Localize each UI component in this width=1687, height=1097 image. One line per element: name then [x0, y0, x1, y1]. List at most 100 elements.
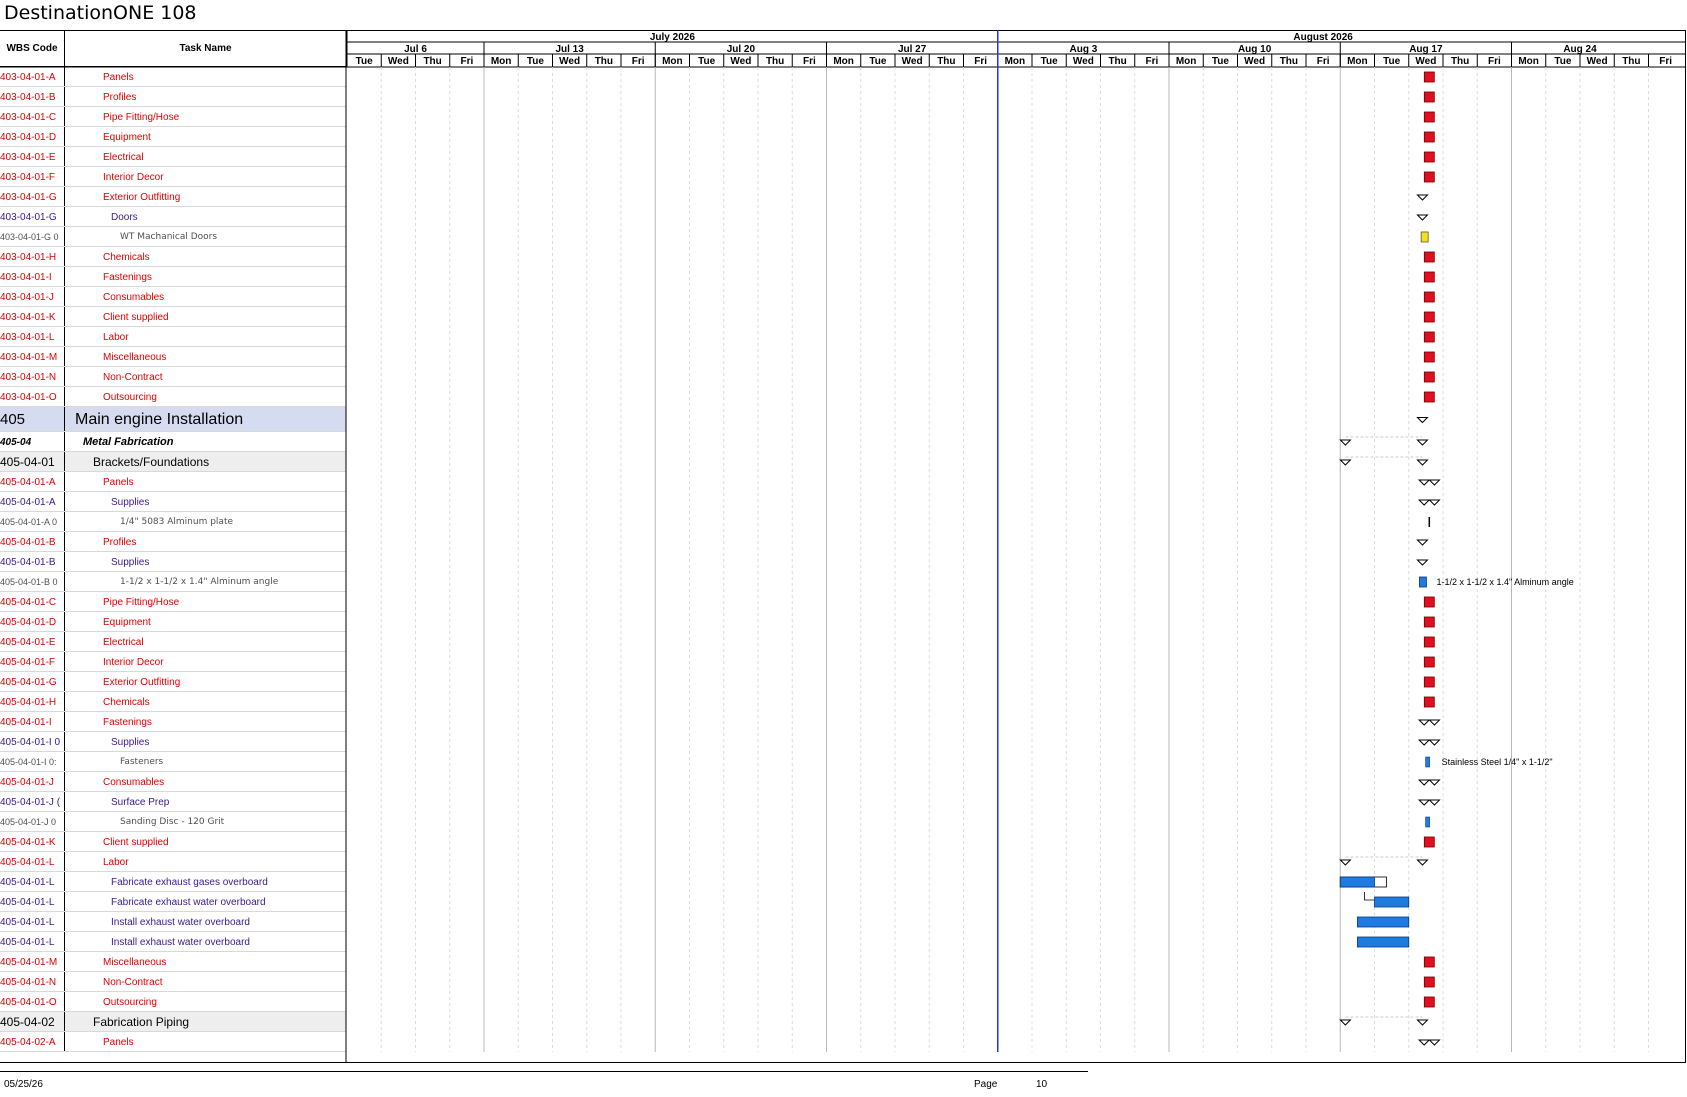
task-name: Outsourcing — [64, 387, 346, 407]
task-name: Install exhaust water overboard — [64, 912, 346, 932]
task-row[interactable]: 405-04-01-B Profiles — [0, 532, 1686, 552]
task-row[interactable]: 403-04-01-E Electrical — [0, 147, 1686, 167]
page-title: DestinationONE 108 — [4, 2, 197, 24]
task-row[interactable]: 405-04-01-J 0 Sanding Disc - 120 Grit — [0, 812, 1686, 832]
task-row[interactable]: 403-04-01-G Exterior Outfitting — [0, 187, 1686, 207]
task-row[interactable]: 405-04-01-L Fabricate exhaust gases overb… — [0, 872, 1686, 892]
task-row[interactable]: 403-04-01-O Outsourcing — [0, 387, 1686, 407]
wbs-code: 405 — [0, 411, 26, 428]
task-row[interactable]: 405-04-01-L Install exhaust water overboa… — [0, 912, 1686, 932]
wbs-code: 405-04-01-I 0: — [0, 757, 57, 767]
task-row[interactable]: 403-04-01-C Pipe Fitting/Hose — [0, 107, 1686, 127]
wbs-code: 405-04-01-L — [0, 876, 55, 888]
task-row[interactable]: 403-04-01-K Client supplied — [0, 307, 1686, 327]
task-name: Electrical — [64, 632, 346, 652]
task-row[interactable]: 405-04-01-M Miscellaneous — [0, 952, 1686, 972]
task-name: 1/4" 5083 Alminum plate — [64, 512, 346, 532]
task-name: Supplies — [64, 552, 346, 572]
task-row[interactable]: 405-04-01-J Consumables — [0, 772, 1686, 792]
task-row[interactable]: 405-04 Metal Fabrication — [0, 432, 1686, 452]
row-separator — [0, 1051, 346, 1052]
wbs-code: 403-04-01-H — [0, 251, 57, 263]
task-row[interactable]: 405-04-01-A Supplies — [0, 492, 1686, 512]
task-row[interactable]: 403-04-01-J Consumables — [0, 287, 1686, 307]
task-name: Brackets/Foundations — [64, 452, 346, 472]
wbs-code: 403-04-01-G 0 — [0, 232, 59, 242]
task-row[interactable]: 405-04-01-J (Surface Prep — [0, 792, 1686, 812]
task-row[interactable]: 405-04-01-I 0 Supplies — [0, 732, 1686, 752]
wbs-code: 405-04-01-L — [0, 916, 55, 928]
task-name: Main engine Installation — [64, 407, 346, 432]
task-name: Equipment — [64, 612, 346, 632]
task-row[interactable]: 403-04-01-G 0 WT Machanical Doors — [0, 227, 1686, 247]
wbs-code: 405-04-01-I — [0, 716, 52, 728]
task-row[interactable]: 403-04-01-M Miscellaneous — [0, 347, 1686, 367]
task-row[interactable]: 403-04-01-L Labor — [0, 327, 1686, 347]
task-row[interactable]: 403-04-01-N Non-Contract — [0, 367, 1686, 387]
task-row[interactable]: 405-04-01-H Chemicals — [0, 692, 1686, 712]
wbs-code: 405-04-01-J — [0, 776, 54, 788]
task-row[interactable]: 405-04-01-A Panels — [0, 472, 1686, 492]
task-name: Non-Contract — [64, 367, 346, 387]
footer-page-label: Page — [974, 1079, 998, 1090]
task-row[interactable]: 405-04-02 Fabrication Piping — [0, 1012, 1686, 1032]
task-row[interactable]: 405-04-01-B Supplies — [0, 552, 1686, 572]
task-name: Fabricate exhaust water overboard — [64, 892, 346, 912]
wbs-code: 405-04-02-A — [0, 1036, 56, 1048]
task-row[interactable]: 405-04-01-K Client supplied — [0, 832, 1686, 852]
task-name: Doors — [64, 207, 346, 227]
wbs-code: 405-04-01-O — [0, 996, 57, 1008]
wbs-code: 403-04-01-K — [0, 311, 56, 323]
task-name: Panels — [64, 67, 346, 87]
task-row[interactable]: 405-04-01-D Equipment — [0, 612, 1686, 632]
task-name: Non-Contract — [64, 972, 346, 992]
wbs-code: 405-04-01-H — [0, 696, 57, 708]
task-row[interactable]: 405-04-01-O Outsourcing — [0, 992, 1686, 1012]
wbs-code: 405-04-01 — [0, 455, 55, 469]
wbs-code: 405-04-01-B 0 — [0, 577, 58, 587]
task-name: Exterior Outfitting — [64, 187, 346, 207]
task-row[interactable]: 405-04-01-E Electrical — [0, 632, 1686, 652]
task-row[interactable]: 405-04-01-C Pipe Fitting/Hose — [0, 592, 1686, 612]
task-row[interactable]: 405-04-01-G Exterior Outfitting — [0, 672, 1686, 692]
task-name: Interior Decor — [64, 652, 346, 672]
task-row[interactable]: 403-04-01-H Chemicals — [0, 247, 1686, 267]
task-row[interactable]: 405-04-01-F Interior Decor — [0, 652, 1686, 672]
wbs-code: 403-04-01-I — [0, 271, 52, 283]
wbs-column-header[interactable]: WBS Code — [0, 31, 64, 66]
wbs-code: 405-04-01-C — [0, 596, 57, 608]
wbs-code: 405-04-01-M — [0, 956, 58, 968]
wbs-code: 405-04-01-D — [0, 616, 57, 628]
task-name: Interior Decor — [64, 167, 346, 187]
task-row[interactable]: 403-04-01-A Panels — [0, 67, 1686, 87]
wbs-code: 403-04-01-M — [0, 351, 58, 363]
task-name: Equipment — [64, 127, 346, 147]
task-name: Outsourcing — [64, 992, 346, 1012]
wbs-code: 403-04-01-G — [0, 211, 57, 223]
task-name: Fabricate exhaust gases overboard — [64, 872, 346, 892]
task-row[interactable]: 405-04-02-A Panels — [0, 1032, 1686, 1052]
task-row[interactable]: 405-04-01-L Install exhaust water overboa… — [0, 932, 1686, 952]
task-row[interactable]: 403-04-01-I Fastenings — [0, 267, 1686, 287]
task-row[interactable]: 405-04-01-A 0 1/4" 5083 Alminum plate — [0, 512, 1686, 532]
task-row[interactable]: 405-04-01-L Fabricate exhaust water overb… — [0, 892, 1686, 912]
task-row[interactable]: 405-04-01-I 0: Fasteners — [0, 752, 1686, 772]
wbs-code: 405-04 — [0, 436, 32, 448]
wbs-code: 405-04-01-B — [0, 536, 56, 548]
wbs-code: 405-04-01-L — [0, 896, 55, 908]
task-row[interactable]: 403-04-01-D Equipment — [0, 127, 1686, 147]
wbs-code: 405-04-02 — [0, 1015, 55, 1029]
wbs-code: 403-04-01-N — [0, 371, 57, 383]
task-row[interactable]: 405-04-01-B 0 1-1/2 x 1-1/2 x 1.4" Alminu… — [0, 572, 1686, 592]
task-row[interactable]: 405 Main engine Installation — [0, 407, 1686, 432]
task-row[interactable]: 405-04-01 Brackets/Foundations — [0, 452, 1686, 472]
task-name: Consumables — [64, 287, 346, 307]
task-row[interactable]: 403-04-01-F Interior Decor — [0, 167, 1686, 187]
task-name-column-header[interactable]: Task Name — [64, 31, 346, 66]
task-row[interactable]: 403-04-01-B Profiles — [0, 87, 1686, 107]
task-row[interactable]: 405-04-01-I Fastenings — [0, 712, 1686, 732]
wbs-code: 403-04-01-E — [0, 151, 56, 163]
task-row[interactable]: 403-04-01-G Doors — [0, 207, 1686, 227]
task-row[interactable]: 405-04-01-N Non-Contract — [0, 972, 1686, 992]
task-row[interactable]: 405-04-01-L Labor — [0, 852, 1686, 872]
